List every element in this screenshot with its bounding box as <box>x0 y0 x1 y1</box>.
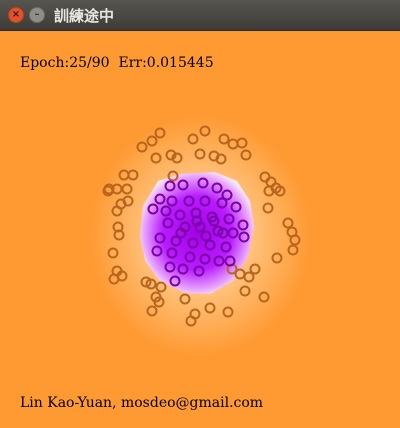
outer-sample-point <box>227 138 239 150</box>
error-value: 0.015445 <box>146 55 214 71</box>
outer-sample-point <box>194 148 206 160</box>
outer-sample-point <box>107 247 119 259</box>
outer-sample-point <box>179 293 191 305</box>
author-credit: Lin Kao-Yuan, mosdeo@gmail.com <box>20 395 264 411</box>
outer-sample-point <box>127 169 139 181</box>
outer-sample-point <box>108 273 120 285</box>
outer-sample-point <box>111 205 123 217</box>
epoch-current: 25 <box>69 55 88 71</box>
error-label: Err: <box>118 55 147 71</box>
outer-sample-point <box>150 152 162 164</box>
outer-sample-point <box>199 125 211 137</box>
outer-sample-point <box>239 285 251 297</box>
classification-plot <box>102 125 301 327</box>
outer-sample-point <box>282 217 294 229</box>
outer-sample-point <box>218 133 230 145</box>
outer-sample-point <box>265 176 277 188</box>
outer-sample-point <box>222 306 234 318</box>
app-window: × – 訓練途中 Epoch:25/90 Err:0.015445 Lin Ka… <box>0 0 400 428</box>
epoch-label: Epoch: <box>20 55 70 71</box>
training-status: Epoch:25/90 Err:0.015445 <box>20 55 214 71</box>
outer-sample-point <box>259 171 271 183</box>
outer-sample-point <box>146 135 158 147</box>
training-canvas: Epoch:25/90 Err:0.015445 Lin Kao-Yuan, m… <box>0 31 400 428</box>
outer-sample-point <box>185 315 197 327</box>
outer-sample-point <box>236 137 248 149</box>
outer-sample-point <box>287 244 299 256</box>
outer-sample-point <box>136 141 148 153</box>
outer-sample-point <box>240 149 252 161</box>
outer-sample-point <box>204 302 216 314</box>
close-icon[interactable]: × <box>8 7 24 23</box>
outer-sample-point <box>271 252 283 264</box>
outer-sample-point <box>249 263 261 275</box>
epoch-total: 90 <box>91 55 110 71</box>
minimize-icon[interactable]: – <box>29 7 45 23</box>
outer-sample-point <box>262 202 274 214</box>
outer-sample-point <box>118 169 130 181</box>
outer-sample-point <box>154 127 166 139</box>
outer-sample-point <box>187 133 199 145</box>
outer-sample-point <box>243 271 255 283</box>
outer-sample-point <box>258 291 270 303</box>
outer-sample-point <box>146 305 158 317</box>
outer-sample-point <box>121 183 133 195</box>
outer-sample-point <box>289 234 301 246</box>
window-title: 訓練途中 <box>54 7 115 25</box>
title-bar[interactable]: × – 訓練途中 <box>0 0 400 31</box>
outer-sample-point <box>155 281 167 293</box>
